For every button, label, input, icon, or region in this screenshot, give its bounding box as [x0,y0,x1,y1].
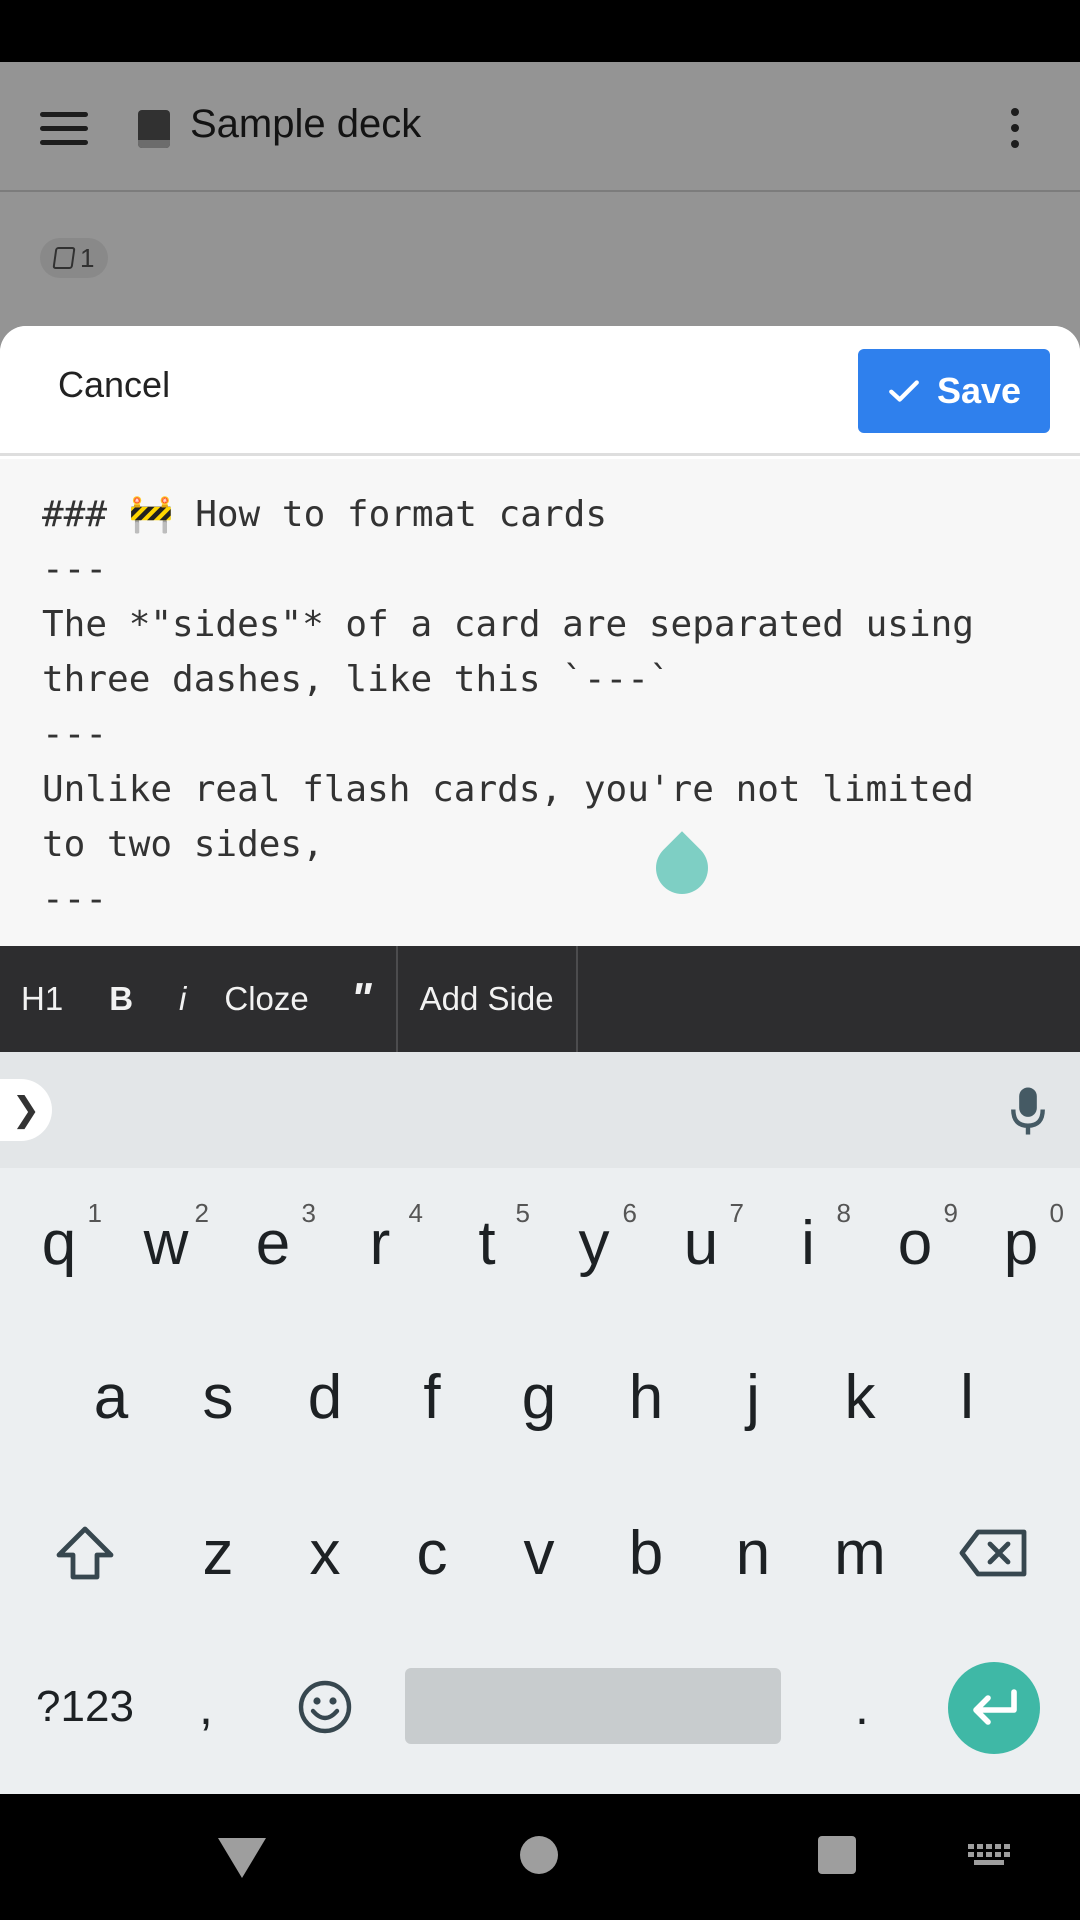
period-key[interactable]: . [812,1642,912,1772]
space-key[interactable] [405,1668,781,1744]
key-h[interactable]: h [593,1332,699,1462]
key-d[interactable]: d [272,1332,378,1462]
toolbar-divider [395,946,398,1052]
key-c[interactable]: c [379,1488,485,1618]
key-e[interactable]: e3 [220,1178,326,1308]
soft-keyboard: ❯ q1 w2 e3 r4 t5 y6 u7 i8 o9 p0 a s d f … [0,1052,1080,1794]
editor-line: to two sides, [42,824,324,865]
key-b[interactable]: b [593,1488,699,1618]
suggestion-strip: ❯ [0,1052,1080,1168]
microphone-icon[interactable] [1010,1086,1046,1136]
key-y[interactable]: y6 [541,1178,647,1308]
backspace-icon [959,1529,1027,1577]
h1-button[interactable]: H1 [21,946,63,1052]
key-r[interactable]: r4 [327,1178,433,1308]
emoji-icon [298,1680,352,1734]
key-f[interactable]: f [379,1332,485,1462]
key-g[interactable]: g [486,1332,592,1462]
quote-button[interactable]: " [351,946,372,1052]
editor-line: three dashes, like this `---` [42,659,671,700]
cloze-button[interactable]: Cloze [224,946,308,1052]
scrim[interactable] [0,62,1080,362]
key-k[interactable]: k [807,1332,913,1462]
cancel-button[interactable]: Cancel [58,364,170,406]
toolbar-divider [575,946,578,1052]
key-i[interactable]: i8 [755,1178,861,1308]
key-u[interactable]: u7 [648,1178,754,1308]
italic-button[interactable]: i [179,946,186,1052]
symbols-key[interactable]: ?123 [20,1642,150,1772]
key-j[interactable]: j [700,1332,806,1462]
home-icon[interactable] [520,1836,558,1874]
editor-line: --- [42,879,108,920]
comma-key[interactable]: , [166,1642,246,1772]
card-editor[interactable]: ### 🚧 How to format cards --- The *"side… [0,459,1080,946]
key-w[interactable]: w2 [113,1178,219,1308]
key-n[interactable]: n [700,1488,806,1618]
enter-icon [973,1689,1017,1725]
add-side-button[interactable]: Add Side [420,946,554,1052]
system-navigation-bar [0,1794,1080,1920]
editor-line: ### 🚧 How to format cards [42,494,607,535]
key-q[interactable]: q1 [6,1178,112,1308]
editor-line: --- [42,549,108,590]
key-o[interactable]: o9 [862,1178,968,1308]
shift-icon [56,1526,114,1580]
recents-icon[interactable] [818,1836,856,1874]
key-t[interactable]: t5 [434,1178,540,1308]
key-l[interactable]: l [914,1332,1020,1462]
sheet-header: Cancel Save [0,326,1080,456]
key-z[interactable]: z [165,1488,271,1618]
status-bar [0,0,1080,62]
editor-line: The *"sides"* of a card are separated us… [42,604,974,645]
editor-line: Unlike real flash cards, you're not limi… [42,769,974,810]
emoji-key[interactable] [272,1642,378,1772]
backspace-key[interactable] [940,1488,1046,1618]
save-button[interactable]: Save [858,349,1050,433]
key-v[interactable]: v [486,1488,592,1618]
key-p[interactable]: p0 [968,1178,1074,1308]
key-a[interactable]: a [58,1332,164,1462]
key-s[interactable]: s [165,1332,271,1462]
check-icon [889,380,919,402]
editor-line: --- [42,714,108,755]
shift-key[interactable] [32,1488,138,1618]
enter-key[interactable] [948,1662,1040,1754]
key-m[interactable]: m [807,1488,913,1618]
edit-card-sheet: Cancel Save ### 🚧 How to format cards --… [0,326,1080,946]
bold-button[interactable]: B [109,946,133,1052]
back-icon[interactable] [218,1838,266,1878]
keyboard-switch-icon[interactable] [968,1844,1010,1866]
format-toolbar: H1 B i Cloze " Add Side [0,946,1080,1052]
key-x[interactable]: x [272,1488,378,1618]
expand-toolbar-chevron-icon[interactable]: ❯ [0,1079,52,1141]
save-label: Save [936,370,1022,411]
